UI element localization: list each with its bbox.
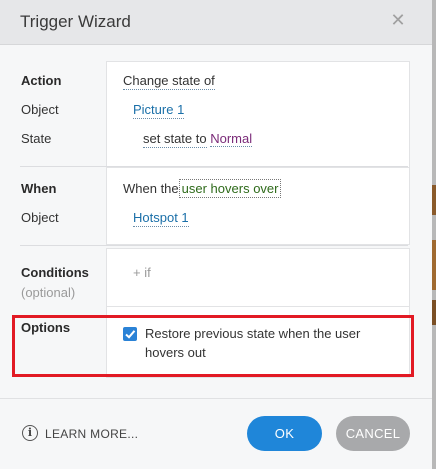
action-object-link[interactable]: Picture 1 bbox=[133, 102, 185, 119]
conditions-card bbox=[106, 248, 410, 307]
title-bar: Trigger Wizard ✕ bbox=[0, 0, 432, 45]
when-object-link[interactable]: Hotspot 1 bbox=[133, 210, 189, 227]
learn-more-link[interactable]: LEARN MORE... bbox=[45, 427, 138, 441]
add-condition-link[interactable]: + if bbox=[133, 265, 151, 280]
options-highlight-box bbox=[12, 315, 414, 377]
ok-button[interactable]: OK bbox=[247, 416, 322, 451]
conditions-label: Conditions bbox=[21, 265, 89, 280]
conditions-sub-label: (optional) bbox=[21, 285, 76, 300]
when-label: When bbox=[21, 181, 57, 196]
cancel-button[interactable]: CANCEL bbox=[336, 416, 410, 451]
section-divider bbox=[20, 245, 408, 246]
background-edge bbox=[432, 0, 436, 469]
background-image-fragment bbox=[432, 300, 436, 325]
dialog-title: Trigger Wizard bbox=[20, 12, 131, 31]
action-verb-link[interactable]: Change state of bbox=[123, 73, 215, 90]
when-row: When the user hovers over bbox=[123, 179, 282, 198]
action-verb-text[interactable]: Change state of bbox=[123, 73, 215, 90]
info-icon[interactable]: i bbox=[22, 425, 38, 441]
when-event-link[interactable]: user hovers over bbox=[178, 179, 282, 198]
background-image-fragment bbox=[432, 185, 436, 215]
footer-divider bbox=[0, 398, 432, 399]
action-label: Action bbox=[21, 73, 62, 88]
when-object-text[interactable]: Hotspot 1 bbox=[133, 210, 189, 227]
when-object-label: Object bbox=[21, 210, 59, 225]
state-value-link[interactable]: Normal bbox=[210, 131, 253, 147]
object-label: Object bbox=[21, 102, 59, 117]
trigger-wizard-dialog: Trigger Wizard ✕ Action Object State Cha… bbox=[0, 0, 432, 469]
action-object-text[interactable]: Picture 1 bbox=[133, 102, 185, 119]
state-prefix-text[interactable]: set state to bbox=[143, 131, 207, 148]
state-row: set state to Normal bbox=[143, 131, 253, 148]
background-image-fragment bbox=[432, 240, 436, 290]
close-icon[interactable]: ✕ bbox=[388, 10, 408, 30]
state-label: State bbox=[21, 131, 52, 146]
when-prefix-text: When the bbox=[123, 181, 179, 196]
